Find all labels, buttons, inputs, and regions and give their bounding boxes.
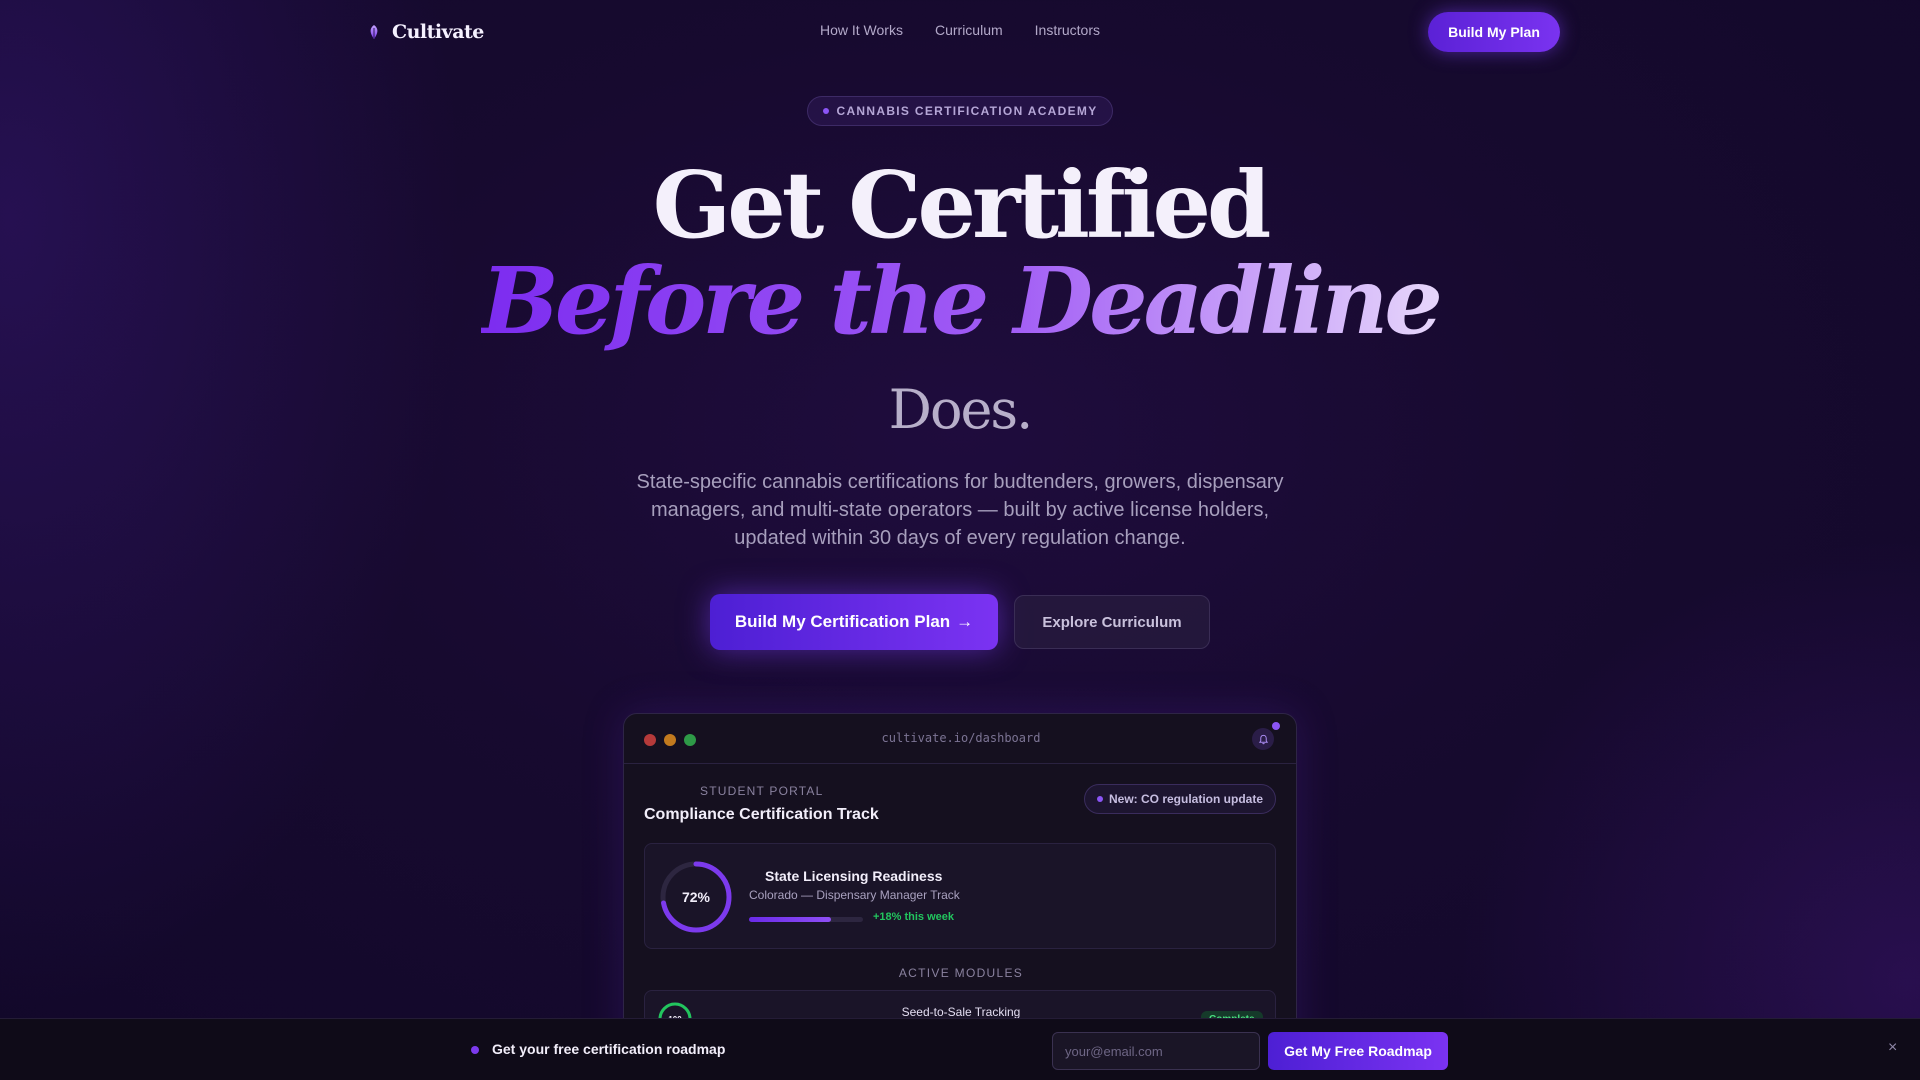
signup-dot	[471, 1046, 479, 1054]
explore-curriculum-button[interactable]: Explore Curriculum	[1014, 595, 1210, 649]
hero-badge: CANNABIS CERTIFICATION ACADEMY	[807, 96, 1113, 126]
dashboard-url: cultivate.io/dashboard	[881, 731, 1041, 745]
browser-bar: cultivate.io/dashboard	[624, 714, 1296, 764]
bell-icon[interactable]	[1252, 728, 1274, 750]
portal-label: STUDENT PORTAL	[700, 784, 824, 798]
headline-line-2-text: Before the Deadline	[481, 247, 1443, 355]
readiness-card: 72% State Licensing Readiness Colorado —…	[644, 843, 1276, 949]
get-roadmap-button[interactable]: Get My Free Roadmap	[1268, 1032, 1448, 1070]
signup-text: Get your free certification roadmap	[492, 1041, 726, 1057]
badge-dot	[822, 108, 829, 114]
nav-link-instructors[interactable]: Instructors	[1035, 22, 1100, 38]
arrow-right-icon: →	[956, 612, 974, 631]
email-input[interactable]	[1052, 1032, 1260, 1070]
badge-text: CANNABIS CERTIFICATION ACADEMY	[836, 104, 1098, 118]
hero-subtext: State-specific cannabis certifications f…	[636, 471, 1284, 549]
build-certification-plan-button[interactable]: Build My Certification Plan →	[710, 594, 998, 650]
news-text: New: CO regulation update	[1108, 792, 1263, 806]
build-my-plan-button[interactable]: Build My Plan	[1428, 12, 1560, 52]
primary-cta-label: Build My Certification Plan	[734, 612, 951, 631]
notification-dot	[1272, 722, 1280, 730]
readiness-title: State Licensing Readiness	[765, 868, 943, 884]
readiness-progress-bar	[749, 917, 863, 922]
readiness-progress-fill	[749, 917, 832, 922]
active-modules-label: ACTIVE MODULES	[898, 966, 1024, 980]
top-nav: Cultivate How It Works Curriculum Instru…	[0, 0, 1920, 64]
close-icon[interactable]: ×	[1888, 1039, 1897, 1057]
module-name: Seed-to-Sale Tracking	[901, 1005, 1021, 1019]
nav-link-curriculum[interactable]: Curriculum	[935, 22, 1003, 38]
roadmap-signup-bar: Get your free certification roadmap Get …	[0, 1018, 1920, 1080]
headline-line-3: Does.	[888, 378, 1034, 441]
nav-link-how-it-works[interactable]: How It Works	[820, 22, 903, 38]
readiness-subtitle: Colorado — Dispensary Manager Track	[749, 888, 960, 902]
headline-line-1: Get Certified	[652, 151, 1272, 259]
readiness-gain: +18% this week	[873, 911, 955, 923]
news-dot	[1096, 796, 1103, 802]
portal-title: Compliance Certification Track	[644, 806, 879, 823]
regulation-update-pill[interactable]: New: CO regulation update	[1084, 784, 1276, 814]
nav-links: How It Works Curriculum Instructors	[0, 22, 1920, 38]
readiness-percent: 72%	[681, 889, 711, 905]
headline-line-2: Before the Deadline	[0, 248, 1920, 354]
